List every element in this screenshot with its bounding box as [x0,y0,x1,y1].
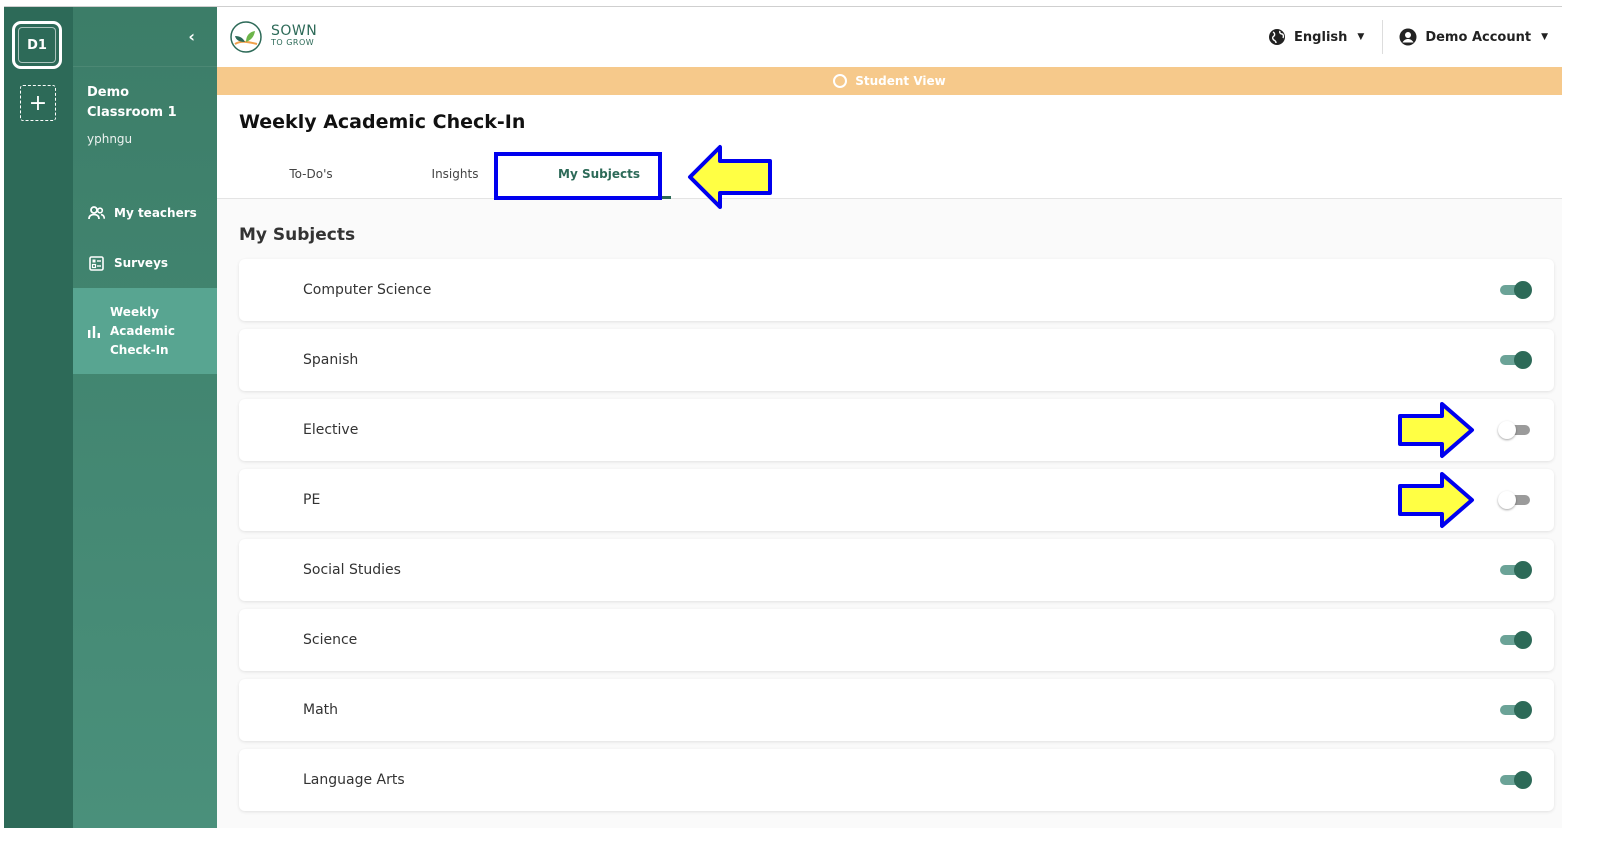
subject-list: Computer Science Spanish Elective PE Soc… [217,245,1562,811]
subject-label: Science [303,632,358,648]
class-badge[interactable]: D1 [12,21,62,69]
subject-toggle[interactable] [1498,490,1532,510]
account-menu[interactable]: Demo Account ▼ [1383,28,1548,46]
language-selector[interactable]: English ▼ [1268,20,1384,54]
class-badge-label: D1 [18,27,56,63]
collapse-sidebar-button[interactable]: ‹ [188,27,195,46]
app-frame: D1 + ‹ Demo Classroom 1 yphngu My teache… [4,6,1562,828]
bar-chart-icon [87,324,101,338]
sidebar-item-label: Surveys [114,256,169,270]
username: yphngu [87,132,133,146]
subject-toggle[interactable] [1498,770,1532,790]
annotation-arrow-right-icon [1398,402,1474,458]
annotation-arrow-left-icon [688,145,772,209]
subject-toggle[interactable] [1498,560,1532,580]
subject-row: Language Arts [239,749,1554,811]
caret-down-icon: ▼ [1541,32,1548,42]
subject-label: Spanish [303,352,359,368]
subject-row: PE [239,469,1554,531]
subject-row: Social Studies [239,539,1554,601]
main-content: SOWN TO GROW English ▼ Demo Account ▼ St… [217,7,1562,828]
subject-row: Spanish [239,329,1554,391]
top-bar: SOWN TO GROW English ▼ Demo Account ▼ [217,7,1562,67]
subject-label: Social Studies [303,562,401,578]
account-label: Demo Account [1425,29,1532,45]
subject-label: Language Arts [303,772,405,788]
subject-label: PE [303,492,321,508]
banner-label: Student View [855,74,946,88]
tab-to-dos[interactable]: To-Do's [239,151,383,199]
sidebar-item-label: Weekly Academic Check-In [110,304,175,357]
sidebar-item-my-teachers[interactable]: My teachers [73,188,217,238]
annotation-arrow-right-icon [1398,472,1474,528]
subject-label: Computer Science [303,282,432,298]
student-view-banner: Student View [217,67,1562,95]
subject-row: Math [239,679,1554,741]
annotation-highlight-box [494,152,662,200]
survey-icon [87,255,105,271]
sprout-logo-icon [230,21,262,53]
user-circle-icon [1399,28,1417,46]
page-header: Weekly Academic Check-In To-Do's Insight… [217,95,1562,209]
sidebar: ‹ Demo Classroom 1 yphngu My teachers Su… [73,7,217,828]
add-class-button[interactable]: + [20,85,56,121]
subject-label: Elective [303,422,359,438]
smiley-icon [833,74,848,88]
classroom-name: Demo Classroom 1 [87,85,177,120]
caret-down-icon: ▼ [1357,32,1365,42]
subject-toggle[interactable] [1498,700,1532,720]
sidebar-item-weekly-check-in[interactable]: Weekly Academic Check-In [73,288,217,374]
class-rail: D1 + [4,7,73,828]
sidebar-item-label: My teachers [114,206,197,220]
subject-row: Computer Science [239,259,1554,321]
subject-row: Elective [239,399,1554,461]
subject-toggle[interactable] [1498,350,1532,370]
language-label: English [1294,29,1348,45]
logo[interactable]: SOWN TO GROW [227,20,317,54]
sidebar-item-surveys[interactable]: Surveys [73,238,217,288]
people-icon [87,206,105,220]
subject-toggle[interactable] [1498,280,1532,300]
page-title: Weekly Academic Check-In [239,111,526,133]
logo-title: SOWN [271,23,318,39]
globe-icon [1269,29,1286,45]
logo-subtitle: TO GROW [271,38,315,47]
subject-row: Science [239,609,1554,671]
section-title: My Subjects [239,225,356,245]
subject-label: Math [303,702,339,718]
subject-toggle[interactable] [1498,630,1532,650]
subject-toggle[interactable] [1498,420,1532,440]
